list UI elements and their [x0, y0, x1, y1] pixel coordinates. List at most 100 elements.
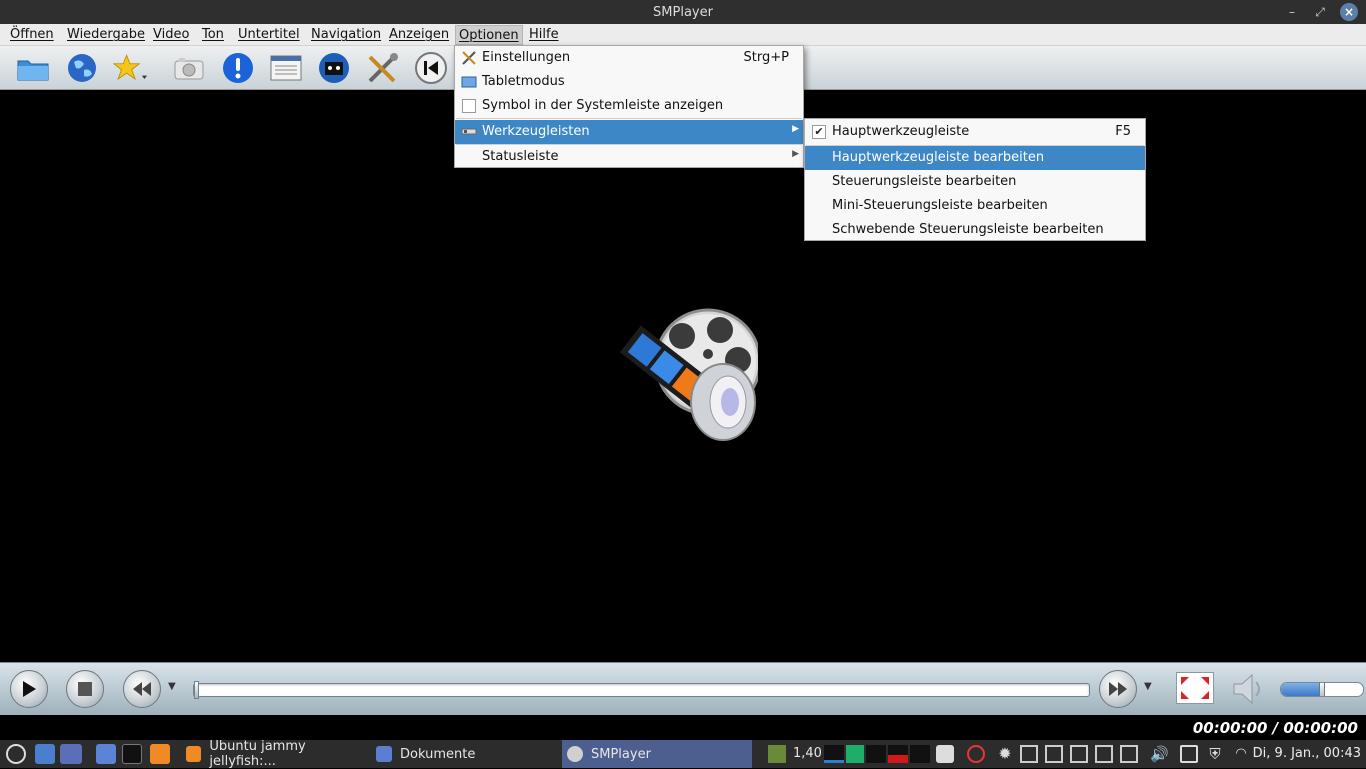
- wrench-screwdriver-icon: [462, 51, 476, 65]
- network-graph-icon: [824, 745, 844, 763]
- menu-item-einstellungen[interactable]: Einstellungen Strg+P: [455, 46, 803, 70]
- info-icon[interactable]: [221, 51, 255, 85]
- control-bar: ▼ ▼: [0, 662, 1366, 715]
- workspace-4-icon[interactable]: [1095, 745, 1113, 763]
- volume-icon[interactable]: [1230, 672, 1266, 706]
- memory-graph-icon: [846, 745, 864, 763]
- preferences-tools-icon[interactable]: [366, 51, 400, 85]
- menu-untertitel[interactable]: Untertitel: [238, 27, 300, 42]
- stop-button[interactable]: [66, 670, 104, 708]
- options-menu: Einstellungen Strg+P Tabletmodus Symbol …: [454, 45, 804, 168]
- shortcut-label: F5: [1115, 124, 1131, 139]
- menu-optionen[interactable]: Optionen: [455, 25, 523, 45]
- menu-item-label: Mini-Steuerungsleiste bearbeiten: [832, 198, 1048, 213]
- systray-checkbox[interactable]: [462, 99, 476, 113]
- menu-ton[interactable]: Ton: [202, 27, 224, 42]
- load-average: 1,40: [793, 746, 822, 761]
- task-smplayer[interactable]: SMPlayer: [562, 740, 752, 768]
- task-label: Ubuntu jammy jellyfish:...: [209, 739, 306, 769]
- clock[interactable]: Di, 9. Jan., 00:43: [1253, 746, 1361, 761]
- menu-item-schwebende-steuerungsleiste-bearbeiten[interactable]: Schwebende Steuerungsleiste bearbeiten: [805, 218, 1145, 242]
- smplayer-logo: [619, 308, 758, 441]
- menu-item-label: Werkzeugleisten: [482, 124, 590, 139]
- menu-item-mini-steuerungsleiste-bearbeiten[interactable]: Mini-Steuerungsleiste bearbeiten: [805, 194, 1145, 218]
- brightness-icon[interactable]: ✹: [996, 745, 1014, 763]
- rewind-dropdown-icon[interactable]: ▼: [168, 681, 176, 692]
- show-desktop-icon[interactable]: [60, 744, 82, 764]
- task-label: Dokumente: [400, 746, 476, 762]
- minimize-button[interactable]: –: [1283, 3, 1301, 21]
- swap-graph-icon: [866, 745, 886, 763]
- menu-wiedergabe[interactable]: Wiedergabe: [67, 27, 145, 42]
- firefox-icon[interactable]: [150, 744, 170, 764]
- volume-handle[interactable]: [1319, 683, 1325, 696]
- menu-anzeigen[interactable]: Anzeigen: [389, 27, 449, 42]
- task-dokumente[interactable]: Dokumente: [376, 740, 556, 768]
- task-label: SMPlayer: [591, 746, 651, 762]
- workspace-3-icon[interactable]: [1070, 745, 1088, 763]
- disk-graph-icon: [888, 745, 908, 763]
- menu-bar: Öffnen Wiedergabe Video Ton Untertitel N…: [0, 24, 1366, 46]
- menu-item-label: Tabletmodus: [482, 74, 565, 89]
- cpu-monitor-icon[interactable]: [768, 745, 786, 763]
- menu-item-statusleiste[interactable]: Statusleiste ▶: [455, 145, 803, 169]
- power-icon[interactable]: [967, 745, 985, 763]
- menu-item-tabletmodus[interactable]: Tabletmodus: [455, 70, 803, 94]
- workspace-1-icon[interactable]: [1020, 745, 1038, 763]
- time-display: 00:00:00 / 00:00:00: [1192, 719, 1358, 737]
- workspace-2-icon[interactable]: [1045, 745, 1063, 763]
- favorites-star-icon[interactable]: [113, 51, 147, 85]
- screenshot-app-icon[interactable]: [35, 744, 55, 764]
- rewind-button[interactable]: [123, 670, 161, 708]
- menu-item-hauptwerkzeugleiste-bearbeiten[interactable]: Hauptwerkzeugleiste bearbeiten: [805, 146, 1145, 170]
- fullscreen-button[interactable]: [1176, 672, 1214, 704]
- open-folder-icon[interactable]: [16, 51, 50, 85]
- smplayer-task-icon: [567, 746, 583, 762]
- video-area[interactable]: [0, 90, 1366, 662]
- volume-slider[interactable]: [1280, 682, 1364, 697]
- file-manager-icon[interactable]: [96, 744, 116, 764]
- menu-item-label: Statusleiste: [482, 149, 559, 164]
- menu-oeffnen[interactable]: Öffnen: [10, 27, 54, 42]
- menu-item-systray-symbol[interactable]: Symbol in der Systemleiste anzeigen: [455, 94, 803, 118]
- menu-video[interactable]: Video: [153, 27, 189, 42]
- task-ubuntu-jammy[interactable]: Ubuntu jammy jellyfish:...: [186, 739, 370, 769]
- seek-handle[interactable]: [194, 681, 199, 699]
- switch-user-icon[interactable]: [936, 745, 954, 763]
- clipboard-icon[interactable]: [1180, 745, 1198, 763]
- menu-item-label: Schwebende Steuerungsleiste bearbeiten: [832, 222, 1104, 237]
- hauptwerkzeugleiste-checkbox[interactable]: ✔: [812, 125, 826, 139]
- start-menu-icon[interactable]: [6, 744, 26, 764]
- status-bar: 00:00:00 / 00:00:00: [0, 715, 1366, 740]
- forward-dropdown-icon[interactable]: ▼: [1144, 681, 1152, 692]
- seek-bar[interactable]: [193, 681, 1090, 699]
- menu-item-steuerungsleiste-bearbeiten[interactable]: Steuerungsleiste bearbeiten: [805, 170, 1145, 194]
- window-title: SMPlayer: [653, 5, 713, 20]
- wifi-icon[interactable]: ◠: [1232, 745, 1250, 763]
- previous-icon[interactable]: [414, 51, 448, 85]
- playlist-icon[interactable]: [269, 51, 303, 85]
- forward-button[interactable]: [1099, 670, 1137, 708]
- title-bar: SMPlayer – ⤢ ×: [0, 0, 1366, 24]
- rewind-icon: [133, 682, 151, 696]
- menu-item-werkzeugleisten[interactable]: Werkzeugleisten ▶: [455, 120, 803, 144]
- speaker-icon[interactable]: 🔊: [1150, 745, 1169, 763]
- play-button[interactable]: [10, 670, 48, 708]
- workspace-5-icon[interactable]: [1120, 745, 1138, 763]
- screenshot-camera-icon[interactable]: [172, 51, 206, 85]
- globe-url-icon[interactable]: [65, 51, 99, 85]
- menu-item-hauptwerkzeugleiste[interactable]: ✔ Hauptwerkzeugleiste F5: [805, 120, 1145, 144]
- close-button[interactable]: ×: [1340, 3, 1358, 21]
- load-graph-icon: [910, 745, 930, 763]
- terminal-icon[interactable]: [122, 744, 142, 764]
- media-info-icon[interactable]: [317, 51, 351, 85]
- toolbar-icon: [461, 128, 477, 135]
- taskbar: Ubuntu jammy jellyfish:... Dokumente SMP…: [0, 739, 1366, 769]
- menu-hilfe[interactable]: Hilfe: [529, 27, 559, 42]
- maximize-button[interactable]: ⤢: [1311, 3, 1329, 21]
- menu-separator: [456, 118, 802, 119]
- forward-icon: [1109, 682, 1127, 696]
- shield-icon[interactable]: ⛨: [1206, 745, 1224, 763]
- play-icon: [23, 681, 36, 697]
- menu-navigation[interactable]: Navigation: [311, 27, 381, 42]
